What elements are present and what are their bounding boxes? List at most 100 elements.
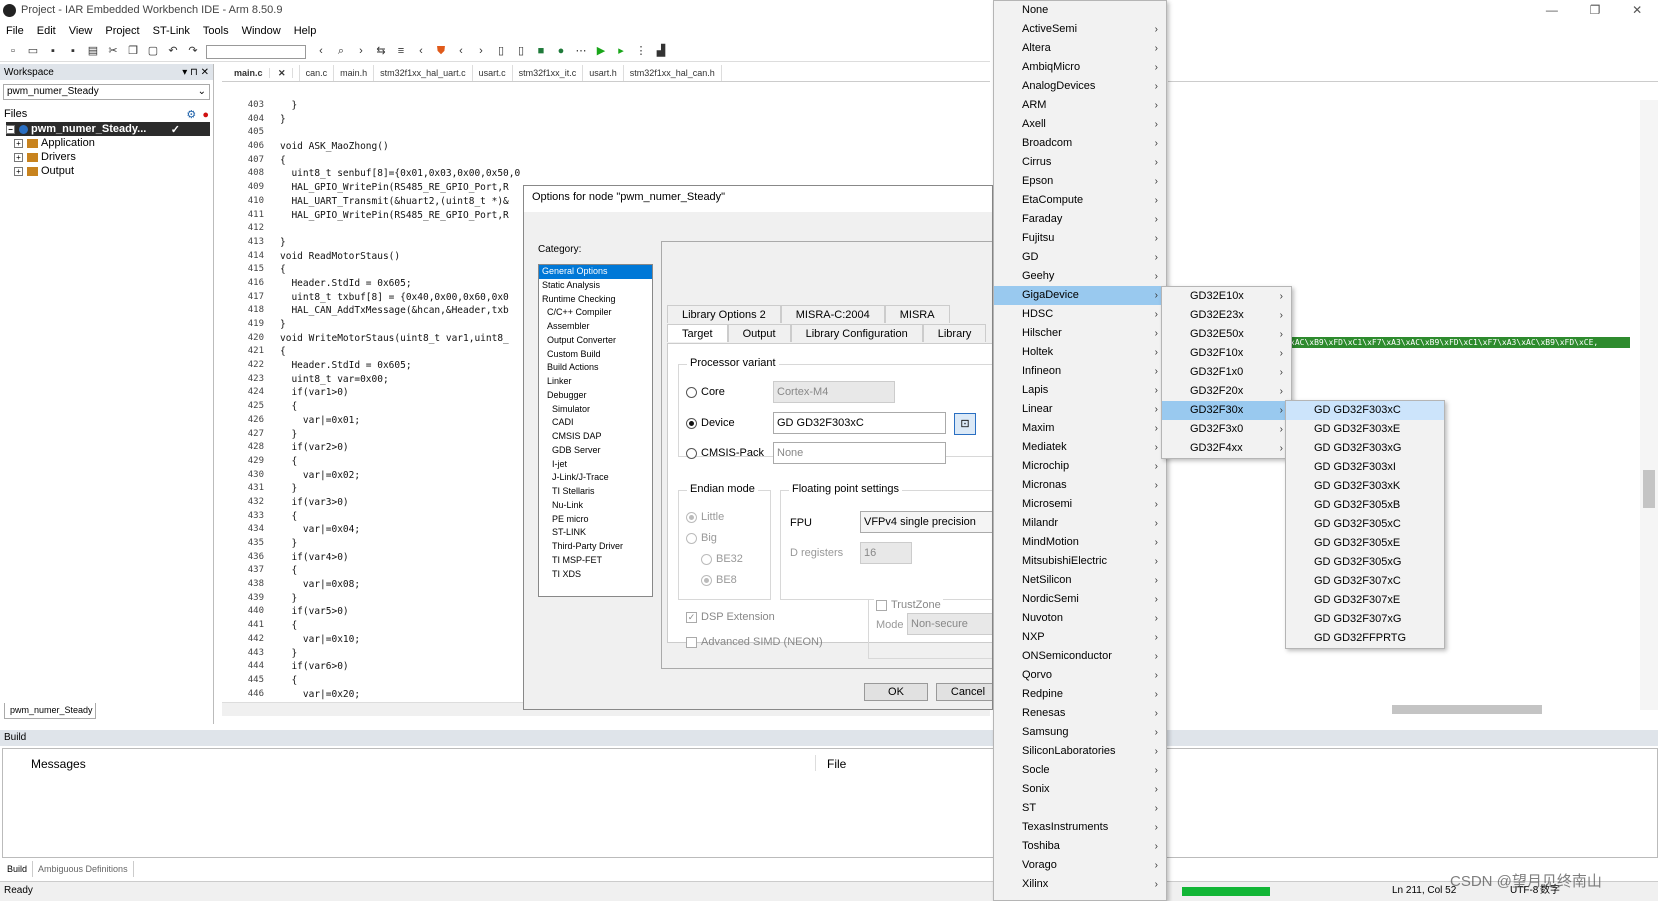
new-file-icon[interactable]: ▫ — [6, 45, 20, 58]
category-item[interactable]: GDB Server — [539, 444, 652, 458]
code-line[interactable]: { — [280, 346, 520, 360]
indent-icon[interactable]: ≡ — [394, 45, 408, 58]
config-select[interactable]: pwm_numer_Steady ⌄ — [3, 84, 210, 100]
code-line[interactable]: uint8_t senbuf[8]={0x01,0x03,0x00,0x50,0… — [280, 168, 520, 182]
scroll-thumb[interactable] — [1643, 470, 1655, 508]
category-item[interactable]: Third-Party Driver — [539, 540, 652, 554]
menu-item[interactable]: Toshiba › — [994, 837, 1166, 856]
category-item[interactable]: Build Actions — [539, 361, 652, 375]
paste-icon[interactable]: ▢ — [146, 45, 160, 58]
menu-item[interactable]: GD32F10x › — [1162, 344, 1291, 363]
close-tab-icon[interactable]: ✕ — [272, 68, 293, 78]
expand-icon[interactable]: + — [14, 166, 23, 176]
menu-item[interactable]: HDSC › — [994, 305, 1166, 324]
copy-icon[interactable]: ❐ — [126, 45, 140, 58]
menu-item[interactable]: Qorvo › — [994, 666, 1166, 685]
category-item[interactable]: Linker — [539, 375, 652, 389]
tab-target[interactable]: Target — [667, 324, 728, 342]
tab-hal-can-h[interactable]: stm32f1xx_hal_can.h — [624, 65, 722, 81]
menu-item[interactable]: Altera › — [994, 39, 1166, 58]
code-line[interactable]: if(var3>0) — [280, 497, 520, 511]
menu-item[interactable]: GD GD32F305xE — [1286, 534, 1444, 553]
category-item[interactable]: I-jet — [539, 458, 652, 472]
category-item[interactable]: Output Converter — [539, 334, 652, 348]
menu-item[interactable]: Faraday › — [994, 210, 1166, 229]
menu-item[interactable]: Maxim › — [994, 419, 1166, 438]
menu-item[interactable]: EtaCompute › — [994, 191, 1166, 210]
debug-no-download-icon[interactable]: ▸ — [614, 45, 628, 58]
gear-icon[interactable]: ⚙ — [186, 109, 196, 121]
code-line[interactable]: { — [280, 511, 520, 525]
debug-options-icon[interactable]: ⋯ — [574, 45, 588, 58]
code-line[interactable]: } — [280, 114, 520, 128]
menu-item[interactable]: GD32F1x0 › — [1162, 363, 1291, 382]
menu-item[interactable]: GD › — [994, 248, 1166, 267]
menu-item[interactable]: TexasInstruments › — [994, 818, 1166, 837]
code-line[interactable]: { — [280, 264, 520, 278]
tab-library-configuration[interactable]: Library Configuration — [790, 324, 923, 342]
prev-icon[interactable]: ‹ — [414, 45, 428, 58]
menu-item[interactable]: GD32E23x › — [1162, 306, 1291, 325]
code-line[interactable]: void ASK_MaoZhong() — [280, 141, 520, 155]
code-line[interactable]: HAL_UART_Transmit(&huart2,(uint8_t *)& — [280, 196, 520, 210]
menu-item[interactable]: Microsemi › — [994, 495, 1166, 514]
breakpoint-icon[interactable]: ⛊ — [434, 45, 448, 58]
code-line[interactable] — [280, 127, 520, 141]
ok-button[interactable]: OK — [864, 683, 928, 701]
code-line[interactable]: } — [280, 648, 520, 662]
menu-item[interactable]: GigaDevice › — [994, 286, 1166, 305]
code-line[interactable]: void ReadMotorStaus() — [280, 251, 520, 265]
category-item[interactable]: PE micro — [539, 513, 652, 527]
tree-item-drivers[interactable]: + Drivers — [6, 150, 213, 164]
plugin-icon[interactable]: ▟ — [654, 45, 668, 58]
category-item[interactable]: J-Link/J-Trace — [539, 471, 652, 485]
tab-can-c[interactable]: can.c — [300, 65, 335, 81]
menu-item[interactable]: ActiveSemi › — [994, 20, 1166, 39]
tab-library[interactable]: Library — [922, 324, 987, 342]
code-line[interactable]: } — [280, 100, 520, 114]
menu-item[interactable]: GD32F4xx › — [1162, 439, 1291, 458]
code-line[interactable]: var|=0x02; — [280, 470, 520, 484]
code-line[interactable]: uint8_t var=0x00; — [280, 374, 520, 388]
code-line[interactable]: { — [280, 456, 520, 470]
tree-item-output[interactable]: + Output — [6, 164, 213, 178]
workspace-header-controls[interactable]: ▾ ⊓ ✕ — [182, 67, 209, 78]
code-editor[interactable]: }} void ASK_MaoZhong(){ uint8_t senbuf[8]… — [280, 100, 520, 710]
tree-item-project[interactable]: − pwm_numer_Steady... ✓ — [6, 122, 210, 136]
menu-item[interactable]: Samsung › — [994, 723, 1166, 742]
close-button[interactable]: ✕ — [1632, 3, 1642, 17]
code-line[interactable]: } — [280, 538, 520, 552]
menu-file[interactable]: File — [6, 25, 24, 37]
record-icon[interactable]: ● — [202, 109, 209, 121]
code-line[interactable]: } — [280, 483, 520, 497]
core-radio[interactable]: Core — [686, 386, 725, 398]
tab-usart-c[interactable]: usart.c — [473, 65, 513, 81]
menu-item[interactable]: AmbiqMicro › — [994, 58, 1166, 77]
build-icon[interactable]: ■ — [534, 45, 548, 58]
menu-item[interactable]: GD GD32F303xE — [1286, 420, 1444, 439]
menu-project[interactable]: Project — [105, 25, 139, 37]
code-line[interactable]: { — [280, 155, 520, 169]
menu-view[interactable]: View — [69, 25, 93, 37]
category-item[interactable]: Simulator — [539, 403, 652, 417]
file-column-header[interactable]: File — [827, 757, 846, 771]
menu-item[interactable]: GD32F20x › — [1162, 382, 1291, 401]
category-item[interactable]: Debugger — [539, 389, 652, 403]
menu-st-link[interactable]: ST-Link — [153, 25, 190, 37]
category-item[interactable]: ST-LINK — [539, 526, 652, 540]
menu-item[interactable]: SiliconLaboratories › — [994, 742, 1166, 761]
menu-item[interactable]: MitsubishiElectric › — [994, 552, 1166, 571]
category-item[interactable]: CMSIS DAP — [539, 430, 652, 444]
menu-item[interactable]: GD GD32F307xG — [1286, 610, 1444, 629]
tab-it-c[interactable]: stm32f1xx_it.c — [513, 65, 584, 81]
code-line[interactable]: } — [280, 593, 520, 607]
code-line[interactable]: if(var5>0) — [280, 606, 520, 620]
fpu-select[interactable]: VFPv4 single precision — [860, 511, 992, 533]
menu-item[interactable]: GD GD32F303xG — [1286, 439, 1444, 458]
code-line[interactable]: if(var4>0) — [280, 552, 520, 566]
tab-output[interactable]: Output — [727, 324, 791, 342]
code-line[interactable]: void WriteMotorStaus(uint8_t var1,uint8_ — [280, 333, 520, 347]
menu-item[interactable]: Sonix › — [994, 780, 1166, 799]
minimize-button[interactable]: — — [1546, 3, 1558, 17]
tab-ambiguous-definitions[interactable]: Ambiguous Definitions — [33, 861, 134, 877]
